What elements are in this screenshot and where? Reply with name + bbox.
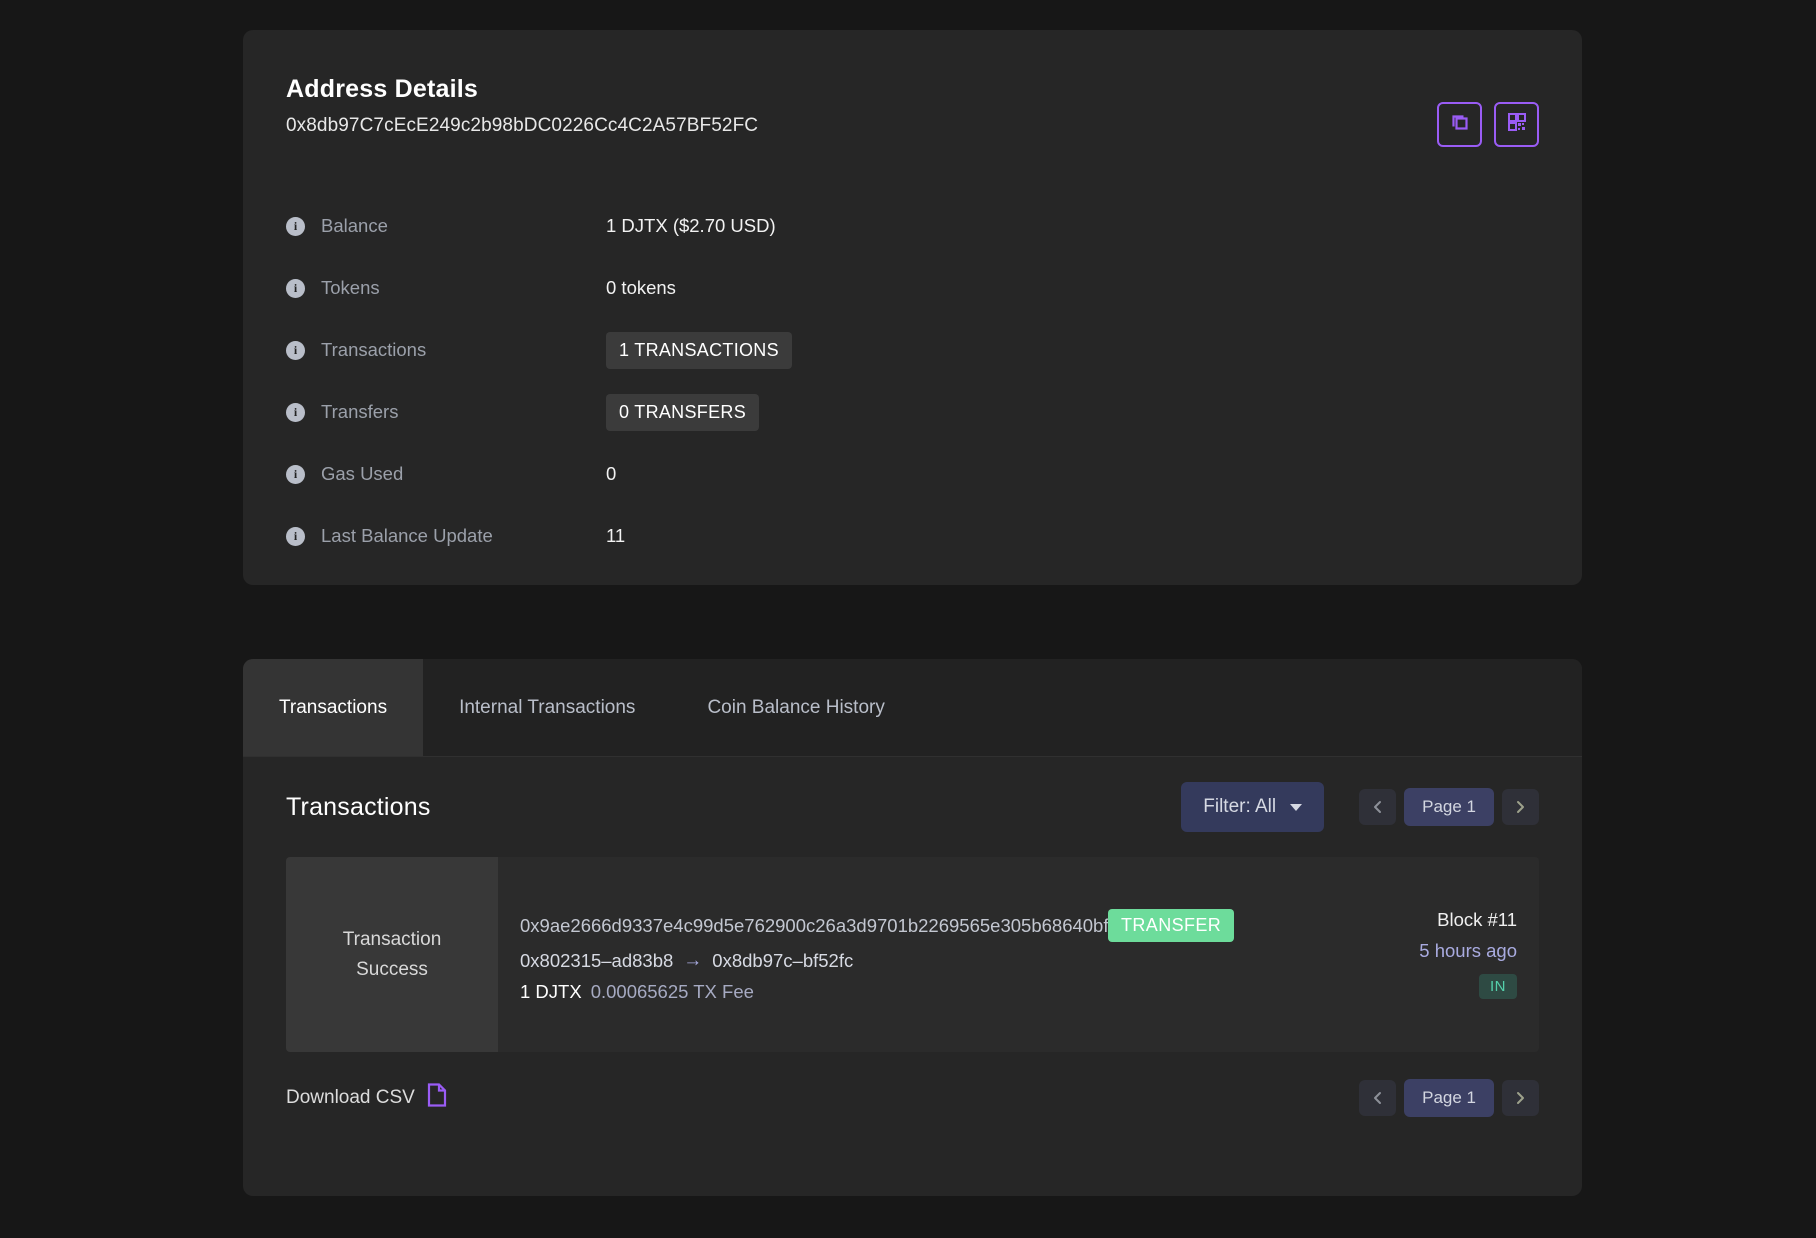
page-indicator-top[interactable]: Page 1: [1404, 788, 1494, 826]
info-icon[interactable]: i: [286, 341, 305, 360]
next-page-button-top[interactable]: [1502, 789, 1539, 825]
transaction-amount: 1 DJTX: [520, 981, 582, 1003]
detail-row-gas-used: i Gas Used 0: [286, 443, 1386, 505]
section-title: Transactions: [286, 793, 431, 822]
transactions-footer: Download CSV Page 1: [286, 1052, 1539, 1144]
from-address-link[interactable]: 0x802315–ad83b8: [520, 950, 673, 972]
address-details-card: Address Details 0x8db97C7cEcE249c2b98bDC…: [243, 30, 1582, 585]
transfers-count-badge[interactable]: 0 TRANSFERS: [606, 394, 759, 431]
detail-label: Gas Used: [321, 463, 403, 485]
address-details-page: Address Details 0x8db97C7cEcE249c2b98bDC…: [0, 0, 1816, 1238]
pagination-bottom: Page 1: [1359, 1079, 1539, 1117]
status-line-1: Transaction: [343, 927, 442, 953]
detail-label: Transfers: [321, 401, 398, 423]
status-line-2: Success: [356, 957, 428, 983]
detail-row-balance: i Balance 1 DJTX ($2.70 USD): [286, 195, 1386, 257]
transaction-type-badge[interactable]: TRANSFER: [1108, 909, 1234, 942]
tab-coin-balance-history[interactable]: Coin Balance History: [671, 659, 920, 756]
prev-page-button-bottom[interactable]: [1359, 1080, 1396, 1116]
pagination-top: Page 1: [1359, 788, 1539, 826]
tab-bar: Transactions Internal Transactions Coin …: [243, 659, 1582, 757]
detail-row-transactions: i Transactions 1 TRANSACTIONS: [286, 319, 1386, 381]
detail-label: Last Balance Update: [321, 525, 493, 547]
to-address-link[interactable]: 0x8db97c–bf52fc: [712, 950, 853, 972]
info-icon[interactable]: i: [286, 217, 305, 236]
block-link[interactable]: Block #11: [1339, 909, 1517, 931]
tab-internal-transactions[interactable]: Internal Transactions: [423, 659, 671, 756]
address-card-actions: [1437, 102, 1539, 147]
file-csv-icon: [427, 1083, 447, 1113]
transaction-hash-link[interactable]: 0x9ae2666d9337e4c99d5e762900c26a3d9701b2…: [520, 915, 1128, 937]
detail-row-last-balance-update: i Last Balance Update 11: [286, 505, 1386, 567]
info-icon[interactable]: i: [286, 465, 305, 484]
transactions-count-badge[interactable]: 1 TRANSACTIONS: [606, 332, 792, 369]
next-page-button-bottom[interactable]: [1502, 1080, 1539, 1116]
detail-row-tokens: i Tokens 0 tokens: [286, 257, 1386, 319]
detail-value-gas-used: 0: [606, 463, 616, 485]
chevron-down-icon: [1290, 804, 1302, 811]
page-title: Address Details: [286, 75, 758, 104]
arrow-right-icon: →: [683, 950, 702, 972]
chevron-left-icon: [1371, 799, 1384, 815]
detail-value-last-balance-update: 11: [606, 525, 625, 547]
copy-address-button[interactable]: [1437, 102, 1482, 147]
transaction-age: 5 hours ago: [1339, 940, 1517, 962]
address-detail-list: i Balance 1 DJTX ($2.70 USD) i Tokens 0 …: [286, 195, 1386, 567]
chevron-right-icon: [1514, 1090, 1527, 1106]
qr-code-button[interactable]: [1494, 102, 1539, 147]
table-row[interactable]: Transaction Success 0x9ae2666d9337e4c99d…: [286, 857, 1539, 1052]
filter-dropdown[interactable]: Filter: All: [1181, 782, 1324, 832]
transactions-card: Transactions Internal Transactions Coin …: [243, 659, 1582, 1196]
download-csv-label: Download CSV: [286, 1087, 415, 1109]
info-icon[interactable]: i: [286, 403, 305, 422]
info-icon[interactable]: i: [286, 527, 305, 546]
transaction-meta: Block #11 5 hours ago IN: [1339, 857, 1539, 1052]
transaction-details: 0x9ae2666d9337e4c99d5e762900c26a3d9701b2…: [498, 857, 1339, 1052]
address-hash: 0x8db97C7cEcE249c2b98bDC0226Cc4C2A57BF52…: [286, 115, 758, 137]
page-indicator-bottom[interactable]: Page 1: [1404, 1079, 1494, 1117]
download-csv-button[interactable]: Download CSV: [286, 1083, 447, 1113]
detail-label: Transactions: [321, 339, 426, 361]
tab-transactions[interactable]: Transactions: [243, 659, 423, 756]
detail-value-tokens: 0 tokens: [606, 277, 676, 299]
prev-page-button-top[interactable]: [1359, 789, 1396, 825]
chevron-right-icon: [1514, 799, 1527, 815]
transactions-body: Transactions Filter: All Page 1: [243, 757, 1582, 1144]
chevron-left-icon: [1371, 1090, 1384, 1106]
transactions-toolbar: Transactions Filter: All Page 1: [286, 757, 1539, 857]
transaction-status: Transaction Success: [286, 857, 498, 1052]
qr-code-icon: [1506, 111, 1528, 138]
copy-icon: [1449, 111, 1471, 138]
filter-label: Filter: All: [1203, 796, 1276, 818]
info-icon[interactable]: i: [286, 279, 305, 298]
transaction-fee: 0.00065625 TX Fee: [591, 981, 754, 1003]
detail-label: Tokens: [321, 277, 380, 299]
address-card-header: Address Details 0x8db97C7cEcE249c2b98bDC…: [286, 75, 758, 137]
detail-value-balance: 1 DJTX ($2.70 USD): [606, 215, 776, 237]
direction-badge: IN: [1479, 974, 1517, 999]
detail-row-transfers: i Transfers 0 TRANSFERS: [286, 381, 1386, 443]
detail-label: Balance: [321, 215, 388, 237]
